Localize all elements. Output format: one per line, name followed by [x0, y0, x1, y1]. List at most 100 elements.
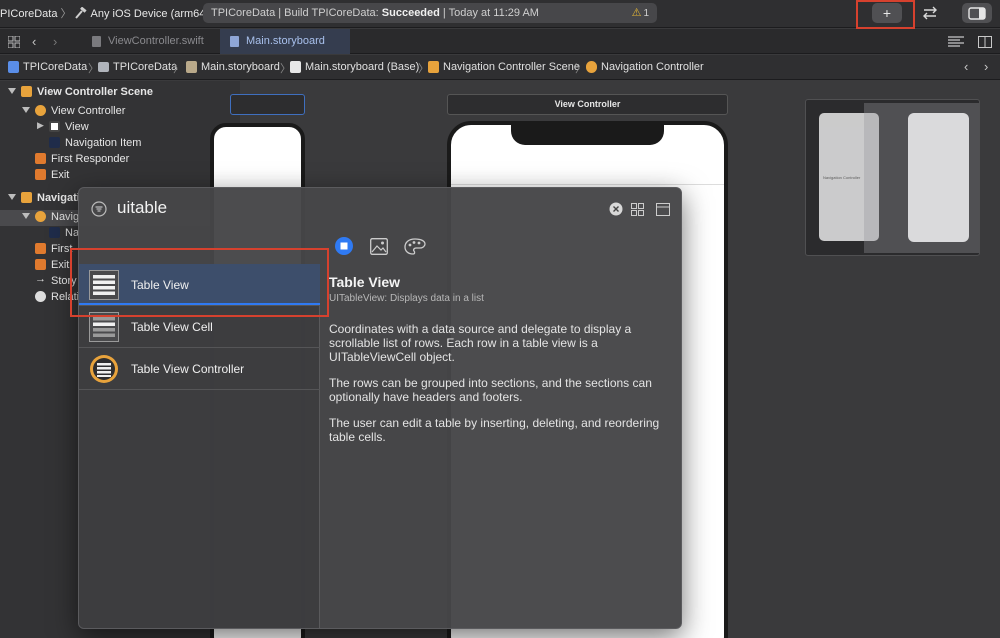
breadcrumb-label: Main.storyboard (Base): [305, 61, 420, 73]
disclosure-triangle-icon[interactable]: [22, 107, 30, 113]
outline-item-view[interactable]: ▶ View: [0, 120, 240, 136]
breadcrumb-item-scene[interactable]: Navigation Controller Scene: [428, 61, 580, 73]
breadcrumb-item-storyboard[interactable]: Main.storyboard: [186, 61, 280, 73]
chevron-right-icon: 〉: [60, 8, 72, 20]
breadcrumb-item-controller[interactable]: Navigation Controller: [586, 61, 704, 73]
exit-icon: [35, 169, 46, 180]
device-notch: [511, 125, 664, 145]
navigation-bar-icon: [49, 227, 60, 238]
library-results-list: Table View Table View Cell Table View Co…: [79, 264, 320, 628]
previous-issue-icon[interactable]: ‹: [964, 59, 968, 74]
chevron-right-icon: 〉: [575, 63, 586, 75]
outline-label: Navig: [51, 211, 80, 223]
library-search-bar: uitable: [79, 188, 681, 230]
status-prefix: TPICoreData | Build TPICoreData:: [211, 7, 382, 19]
tab-label: Main.storyboard: [246, 35, 325, 47]
scene-title: Navigati: [37, 192, 80, 204]
outline-label: First Responder: [51, 153, 130, 165]
editor-options-icon[interactable]: [948, 36, 964, 48]
inspector-toggle-button[interactable]: [962, 3, 992, 23]
outline-scene-view-controller[interactable]: View Controller Scene: [0, 85, 240, 101]
navigation-controller-icon: [586, 61, 597, 73]
detail-paragraph: The rows can be grouped into sections, a…: [329, 376, 652, 404]
table-view-controller-icon: [90, 355, 118, 383]
grid-view-icon[interactable]: [631, 203, 644, 216]
navigation-bar: [451, 145, 724, 185]
view-icon: [49, 121, 60, 132]
view-controller-icon: [35, 105, 46, 116]
detail-title: Table View: [329, 274, 401, 290]
scene-icon: [21, 192, 32, 203]
forward-chevron-icon[interactable]: ›: [53, 34, 57, 49]
back-chevron-icon[interactable]: ‹: [32, 34, 36, 49]
canvas-minimap[interactable]: Navigation Controller: [805, 99, 980, 256]
swap-arrows-icon: [923, 6, 937, 20]
hammer-icon: [75, 6, 88, 19]
breadcrumb-item-storyboard-base[interactable]: Main.storyboard (Base): [290, 61, 419, 73]
breadcrumb-label: Navigation Controller Scene: [443, 61, 580, 73]
library-search-input[interactable]: uitable: [117, 198, 167, 218]
split-editor-icon[interactable]: [978, 36, 992, 48]
disclosure-collapsed-icon[interactable]: ▶: [37, 120, 44, 131]
breadcrumb-label: TPICoreData: [113, 61, 178, 73]
storyboard-icon: [186, 61, 197, 73]
disclosure-triangle-icon[interactable]: [22, 213, 30, 219]
activity-status: TPICoreData | Build TPICoreData: Succeed…: [203, 3, 657, 23]
detail-subtitle: UITableView: Displays data in a list: [329, 293, 484, 304]
outline-label: View Controller: [51, 105, 126, 117]
document-icon: [290, 61, 301, 73]
outline-item-view-controller[interactable]: View Controller: [0, 104, 240, 120]
warning-icon: ⚠: [631, 7, 642, 19]
scene-title: View Controller Scene: [37, 86, 153, 98]
project-icon: [8, 61, 19, 73]
warning-count: 1: [643, 8, 649, 19]
clear-search-icon[interactable]: [609, 202, 623, 216]
status-result: Succeeded: [381, 7, 440, 19]
scene-title-bar: [230, 94, 305, 115]
swift-file-icon: [92, 36, 101, 47]
annotation-highlight: [70, 248, 329, 317]
tab-main-storyboard[interactable]: Main.storyboard: [220, 29, 350, 54]
scene-title-bar[interactable]: View Controller: [447, 94, 728, 115]
outline-label: View: [65, 121, 89, 133]
objects-tab-icon[interactable]: [335, 237, 353, 255]
breadcrumb-label: Main.storyboard: [201, 61, 280, 73]
media-tab-icon[interactable]: [370, 238, 388, 255]
minimap-label: Navigation Controller: [823, 175, 861, 180]
arrow-right-icon: →: [35, 273, 46, 285]
warning-indicator[interactable]: ⚠ 1: [632, 6, 649, 19]
outline-label: Exit: [51, 169, 70, 181]
scene-title-label: View Controller: [554, 99, 621, 109]
library-item-table-view-controller[interactable]: Table View Controller: [79, 348, 320, 390]
detail-paragraph: Coordinates with a data source and deleg…: [329, 322, 632, 364]
breadcrumb-label: TPICoreData: [23, 61, 88, 73]
chevron-right-icon: 〉: [173, 63, 184, 75]
grid-icon[interactable]: [8, 36, 20, 48]
color-palette-tab-icon[interactable]: [404, 238, 426, 255]
code-review-button[interactable]: [915, 3, 945, 23]
navigation-controller-icon: [35, 211, 46, 222]
disclosure-triangle-icon[interactable]: [8, 88, 16, 94]
outline-label: Exit: [51, 259, 70, 271]
folder-icon: [98, 62, 109, 72]
outline-item-exit[interactable]: Exit: [0, 168, 240, 184]
detail-pane-icon[interactable]: [656, 203, 670, 216]
outline-item-first-responder[interactable]: First Responder: [0, 152, 240, 168]
outline-item-navigation-item[interactable]: Navigation Item: [0, 136, 240, 152]
breadcrumb-item-project[interactable]: TPICoreData: [8, 61, 87, 73]
filter-icon[interactable]: [91, 201, 107, 217]
tab-viewcontroller-swift[interactable]: ViewController.swift: [82, 29, 218, 54]
breadcrumb-item-folder[interactable]: TPICoreData: [98, 61, 177, 73]
library-item-label: Table View Cell: [131, 320, 213, 334]
minimap-viewport[interactable]: [864, 103, 979, 253]
library-detail-pane: Table View UITableView: Displays data in…: [329, 274, 674, 444]
toolbar: PICoreData 〉 Any iOS Device (arm64) TPICor…: [0, 0, 1000, 29]
library-item-label: Table View Controller: [131, 362, 245, 376]
breadcrumb-label: Navigation Controller: [601, 61, 704, 73]
sidebar-right-icon: [968, 7, 986, 20]
scheme-selector[interactable]: PICoreData 〉 Any iOS Device (arm64): [0, 5, 209, 21]
scheme-device-label: Any iOS Device (arm64): [90, 8, 210, 20]
next-issue-icon[interactable]: ›: [984, 59, 988, 74]
first-responder-icon: [35, 243, 46, 254]
disclosure-triangle-icon[interactable]: [8, 194, 16, 200]
